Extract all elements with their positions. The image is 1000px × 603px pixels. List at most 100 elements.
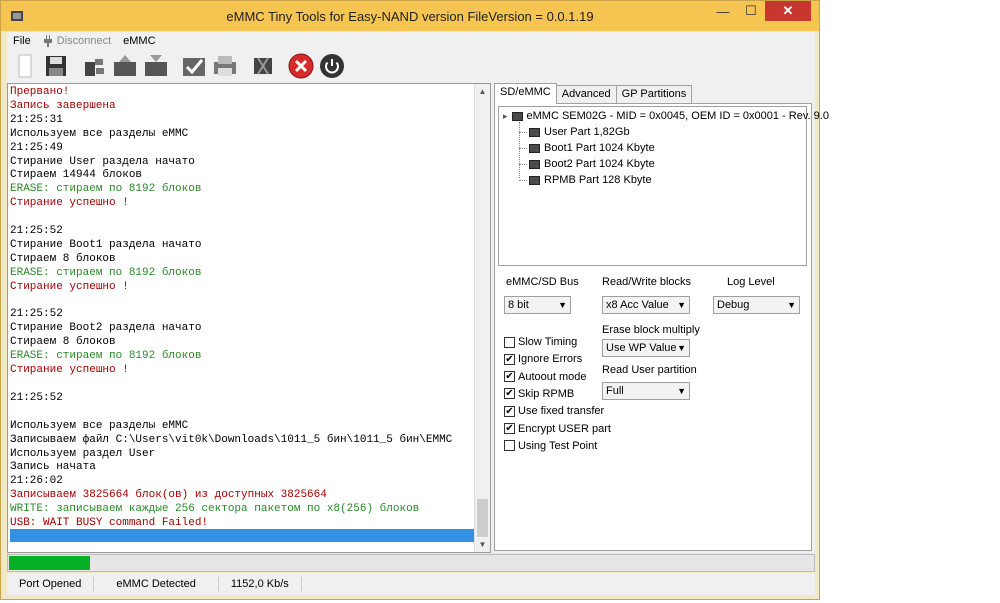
status-emmc: eMMC Detected [94,577,219,591]
tree-item-rpmb[interactable]: RPMB Part 128 Kbyte [529,174,652,186]
log-line: Стираем 8 блоков [10,252,116,265]
chip-icon [254,57,272,75]
chip-icon [529,159,540,169]
menu-file[interactable]: File [7,35,37,47]
erase-multiply-select-value: Use WP Value [606,342,677,354]
tree-root-label: eMMC SEM02G - MID = 0x0045, OEM ID = 0x0… [526,110,829,122]
chip-write-icon [145,55,167,76]
checkmark-icon[interactable]: ✔ [504,423,515,434]
plug-icon [43,34,52,47]
bus-select[interactable]: 8 bit ▼ [504,296,571,314]
log-line: WRITE: записываем каждые 256 сектора пак… [10,503,420,516]
chevron-down-icon: ▼ [677,386,686,396]
save-button[interactable] [42,52,70,80]
log-line: Стирание успешно ! [10,364,129,377]
log-line: Используем все разделы eMMC [10,419,189,432]
option-checkbox[interactable]: ✔ Use fixed transfer [504,405,604,417]
log-line: Записываем файл C:\Users\vit0k\Downloads… [10,433,453,446]
read-user-select-value: Full [606,385,624,397]
tab-advanced[interactable]: Advanced [555,85,617,104]
log-panel[interactable]: Прервано! Запись завершена 21:25:31 Использ… [7,83,491,553]
checkmark-icon[interactable]: ✔ [504,353,515,365]
menu-disconnect[interactable]: Disconnect [37,34,117,47]
option-checkbox-label: Slow Timing [518,336,578,348]
check-icon [183,58,205,76]
option-checkbox-label: Use fixed transfer [518,405,605,418]
title-bar[interactable]: eMMC Tiny Tools for Easy-NAND version Fi… [1,1,819,31]
close-button[interactable]: ✕ [765,1,811,21]
checkmark-icon[interactable]: ✔ [504,388,515,400]
log-level-select-value: Debug [717,299,750,311]
scroll-down-icon[interactable]: ▼ [475,537,490,552]
option-checkbox-label: Skip RPMB [518,387,575,400]
tree-item-label: Boot1 Part 1024 Kbyte [544,142,655,154]
tree-item-boot1[interactable]: Boot1 Part 1024 Kbyte [529,142,655,154]
rw-blocks-select[interactable]: x8 Acc Value ▼ [602,296,690,314]
checkmark-icon[interactable]: ✔ [504,405,515,417]
bus-label: eMMC/SD Bus [506,276,579,288]
tree-root[interactable]: ▸ eMMC SEM02G - MID = 0x0045, OEM ID = 0… [503,110,829,122]
maximize-button[interactable]: ☐ [737,1,765,21]
menu-bar: File Disconnect eMMC [7,32,815,49]
tree-item-boot2[interactable]: Boot2 Part 1024 Kbyte [529,158,655,170]
open-file-button[interactable] [11,52,39,80]
log-scrollbar[interactable]: ▲ ▼ [474,84,490,552]
chip-read-icon [114,55,136,76]
read-button[interactable] [111,52,139,80]
chevron-down-icon: ▼ [677,343,686,353]
log-line: 21:25:31 [10,113,63,126]
open-file-icon [18,54,32,78]
option-checkbox[interactable]: Slow Timing [504,336,577,348]
log-line: ERASE: стираем по 8192 блоков [10,183,202,196]
erase-button[interactable] [211,52,239,80]
plug-icon [85,59,104,76]
partition-tree[interactable]: ▸ eMMC SEM02G - MID = 0x0045, OEM ID = 0… [498,106,829,266]
log-level-select[interactable]: Debug ▼ [713,296,800,314]
log-line: Используем все разделы eMMC [10,127,189,140]
bus-select-value: 8 bit [508,299,529,311]
toolbar [7,49,815,83]
log-line: 21:25:52 [10,391,63,404]
chevron-down-icon: ▼ [677,300,686,310]
checkbox-empty[interactable] [504,440,515,452]
tab-sd-emmc[interactable]: SD/eMMC [494,83,557,104]
option-checkbox[interactable]: Using Test Point [504,440,597,452]
log-line: Стирание успешно ! [10,280,129,293]
write-button[interactable] [142,52,170,80]
log-line: Запись завершена [10,99,116,112]
option-checkbox[interactable]: ✔ Skip RPMB [504,388,574,400]
tab-panel-sd-emmc: ▸ eMMC SEM02G - MID = 0x0045, OEM ID = 0… [494,103,829,551]
log-line: Стирание Boot1 раздела начато [10,238,202,251]
log-line: 21:25:52 [10,225,63,238]
option-checkbox[interactable]: ✔ Autoout mode [504,371,587,383]
menu-disconnect-label: Disconnect [56,34,112,47]
tab-gp-partitions[interactable]: GP Partitions [615,85,693,104]
read-user-select[interactable]: Full ▼ [602,382,690,400]
read-user-label: Read User partition [602,364,697,376]
option-checkbox-label: Ignore Errors [518,353,583,366]
scroll-up-icon[interactable]: ▲ [475,84,490,99]
option-checkbox-label: Autoout mode [518,370,587,383]
tree-item-label: RPMB Part 128 Kbyte [544,174,652,186]
log-lines: Прервано! Запись завершена 21:25:31 Использ… [10,86,472,531]
floppy-icon [46,56,66,76]
tree-item-user[interactable]: User Part 1,82Gb [529,126,630,138]
option-checkbox[interactable]: ✔ Ignore Errors [504,353,582,365]
log-line: Стирание User раздела начато [10,155,195,168]
minimize-button[interactable]: — [709,1,737,21]
printer-icon [214,56,236,76]
connect-button[interactable] [80,52,108,80]
scroll-thumb[interactable] [477,499,488,537]
log-line: ERASE: стираем по 8192 блоков [10,266,202,279]
erase-multiply-select[interactable]: Use WP Value ▼ [602,339,690,357]
checkmark-icon[interactable]: ✔ [504,371,515,383]
verify-button[interactable] [180,52,208,80]
stop-button[interactable] [287,52,315,80]
power-button[interactable] [318,52,346,80]
checkbox-empty[interactable] [504,336,515,348]
chip-info-button[interactable] [249,52,277,80]
tab-strip: SD/eMMC Advanced GP Partitions [494,83,693,105]
option-checkbox[interactable]: ✔ Encrypt USER part [504,423,611,435]
menu-emmc[interactable]: eMMC [117,35,161,47]
